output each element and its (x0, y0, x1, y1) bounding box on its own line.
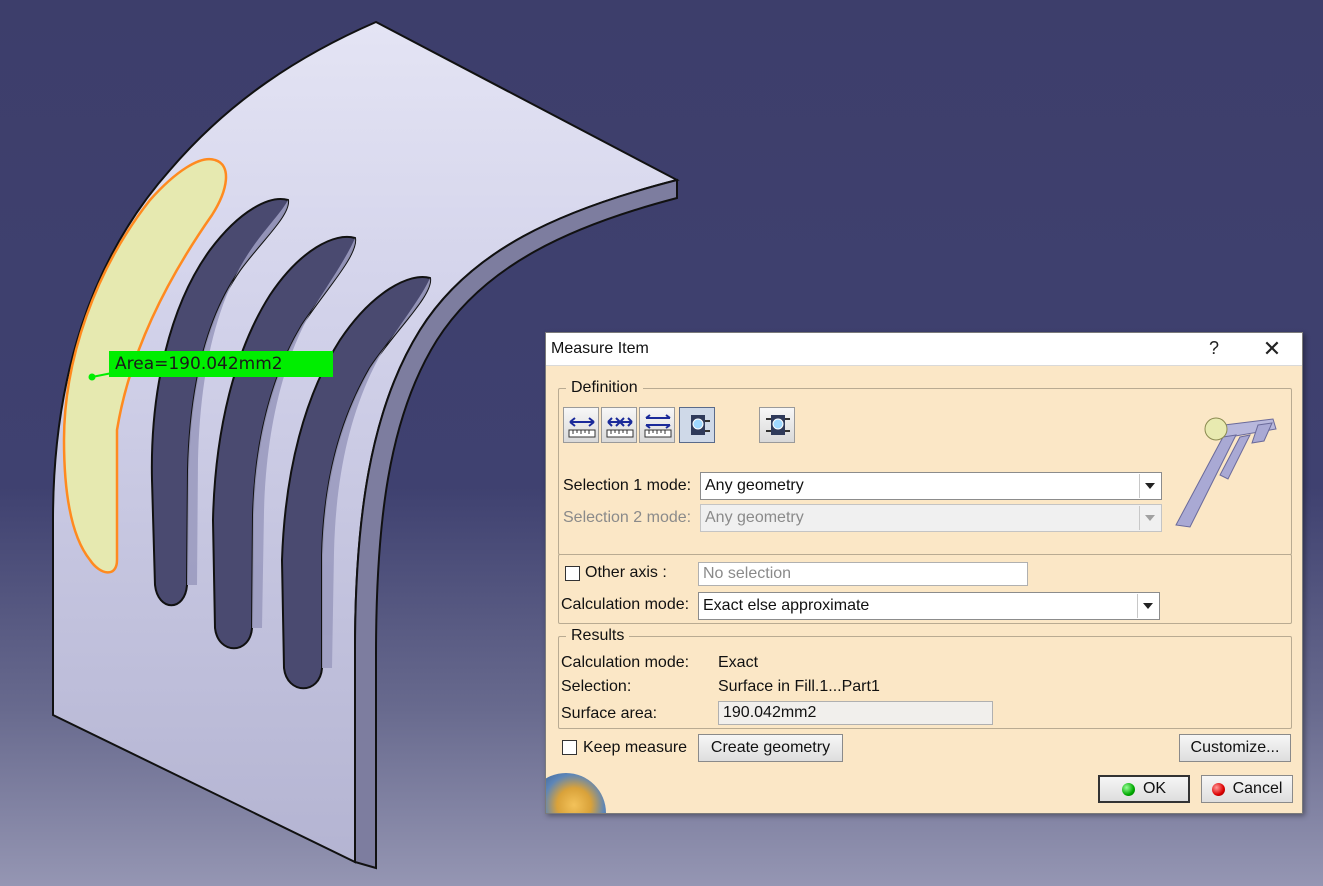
selection2-mode-select[interactable]: Any geometry (700, 504, 1162, 532)
selection1-mode-select[interactable]: Any geometry (700, 472, 1162, 500)
measure-item-icon[interactable] (679, 407, 715, 443)
customize-button[interactable]: Customize... (1179, 734, 1291, 762)
close-icon[interactable]: ✕ (1260, 336, 1284, 362)
other-axis-checkbox[interactable] (565, 566, 580, 581)
dialog-titlebar[interactable]: Measure Item ? ✕ (546, 333, 1302, 366)
results-selection-value: Surface in Fill.1...Part1 (718, 678, 880, 695)
measure-thickness-icon[interactable] (759, 407, 795, 443)
other-axis-label[interactable]: Other axis : (585, 564, 667, 582)
surface-area-field[interactable]: 190.042mm2 (718, 701, 993, 725)
measure-item-dialog[interactable]: Measure Item ? ✕ Definition Selection 1 … (545, 332, 1303, 814)
globe-logo-icon (546, 773, 606, 813)
measure-anchor-point (88, 373, 96, 381)
selection1-mode-label: Selection 1 mode: (563, 477, 692, 494)
keep-measure-checkbox[interactable] (562, 740, 577, 755)
measure-chain-icon[interactable] (601, 407, 637, 443)
ok-green-dot-icon (1121, 782, 1135, 796)
caliper-icon (1175, 417, 1277, 528)
chevron-down-icon[interactable] (1137, 594, 1158, 618)
surface-area-label: Surface area: (561, 705, 658, 722)
help-button[interactable]: ? (1204, 338, 1224, 359)
create-geometry-button[interactable]: Create geometry (698, 734, 843, 762)
dialog-title: Measure Item (551, 340, 649, 357)
area-measure-label[interactable]: Area=190.042mm2 (109, 351, 333, 377)
ok-button[interactable]: OK (1098, 775, 1190, 803)
chevron-down-icon[interactable] (1139, 474, 1160, 498)
cancel-red-dot-icon (1211, 782, 1225, 796)
measure-fan-icon[interactable] (639, 407, 675, 443)
chevron-down-icon[interactable] (1139, 506, 1160, 530)
results-legend: Results (571, 627, 625, 644)
measure-between-icon[interactable] (563, 407, 599, 443)
results-selection-label: Selection: (561, 678, 632, 695)
keep-measure-label[interactable]: Keep measure (583, 739, 687, 757)
cancel-button[interactable]: Cancel (1201, 775, 1293, 803)
calculation-mode-label: Calculation mode: (561, 596, 690, 613)
selection2-mode-label: Selection 2 mode: (563, 509, 692, 526)
definition-legend: Definition (571, 379, 638, 396)
calculation-mode-select[interactable]: Exact else approximate (698, 592, 1160, 620)
results-calc-mode-label: Calculation mode: (561, 654, 690, 671)
other-axis-field[interactable]: No selection (698, 562, 1028, 586)
results-calc-mode-value: Exact (718, 654, 759, 671)
